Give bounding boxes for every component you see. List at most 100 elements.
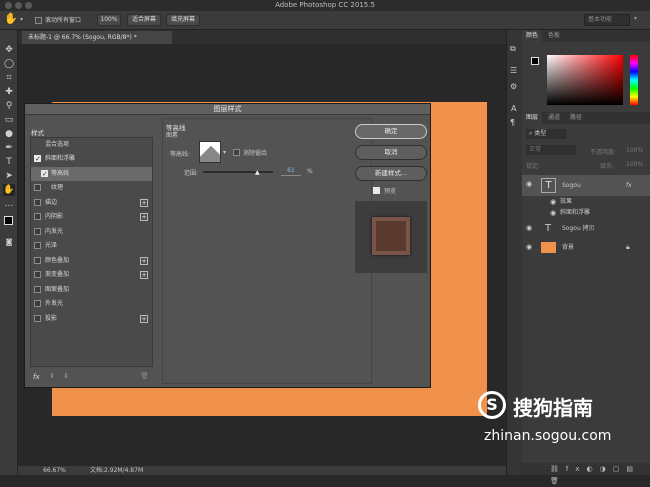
ok-button[interactable]: 确定 — [355, 124, 427, 139]
pen-tool-icon[interactable]: ✒ — [3, 142, 15, 154]
move-down-icon[interactable]: ⬇ — [63, 372, 69, 380]
style-item-8[interactable]: 渐变叠加 + — [31, 268, 152, 282]
visibility-eye-icon[interactable]: ◉ — [526, 238, 532, 257]
contour-chevron-icon[interactable]: ▾ — [223, 149, 226, 156]
tab-color[interactable]: 颜色 — [522, 30, 543, 42]
panel-foreground-swatch[interactable] — [531, 57, 539, 65]
move-tool-icon[interactable]: ✥ — [3, 44, 15, 56]
layer-fx-badge[interactable]: fx — [626, 176, 632, 195]
style-checkbox[interactable] — [34, 198, 41, 206]
zoom-window-icon[interactable] — [25, 2, 32, 9]
eraser-tool-icon[interactable]: ▭ — [3, 114, 15, 126]
history-icon[interactable]: ⧉ — [510, 44, 516, 54]
minimize-window-icon[interactable] — [15, 2, 22, 9]
workspace-switcher[interactable]: 基本功能 — [584, 14, 630, 26]
style-checkbox[interactable] — [34, 300, 41, 307]
fill-value[interactable]: 100% — [626, 161, 643, 168]
close-window-icon[interactable] — [5, 2, 12, 9]
blend-options-item[interactable]: 混合选项 — [31, 138, 152, 152]
visibility-eye-icon[interactable]: ◉ — [526, 175, 532, 194]
style-checkbox[interactable] — [34, 314, 41, 322]
hue-slider[interactable] — [630, 55, 638, 105]
stamp-tool-icon[interactable]: ⚲ — [3, 100, 15, 112]
add-effect-icon[interactable]: + — [140, 314, 148, 323]
opacity-value[interactable]: 100% — [626, 147, 643, 154]
more-tools-icon[interactable]: … — [3, 198, 15, 210]
style-checkbox[interactable] — [34, 271, 41, 278]
style-checkbox[interactable] — [34, 184, 41, 191]
paragraph-icon[interactable]: ¶ — [510, 118, 515, 127]
hand-tool-active-icon[interactable]: ✋ — [3, 184, 15, 196]
style-item-6[interactable]: 光泽 — [31, 239, 152, 253]
style-item-10[interactable]: 外发光 — [31, 297, 152, 311]
bevel-eye-icon[interactable]: ◉ — [550, 207, 556, 219]
style-checkbox[interactable] — [34, 152, 41, 166]
quick-mask-icon[interactable]: ◙ — [3, 236, 15, 248]
color-picker-field[interactable] — [547, 55, 623, 105]
visibility-eye-icon[interactable]: ◉ — [526, 219, 532, 238]
fit-screen-button[interactable]: 适合屏幕 — [127, 14, 161, 26]
type-tool-icon[interactable]: T — [3, 156, 15, 168]
style-item-7[interactable]: 颜色叠加 + — [31, 254, 152, 268]
properties-icon[interactable]: ⚙ — [510, 82, 517, 91]
preview-checkbox[interactable] — [373, 187, 380, 194]
tab-paths[interactable]: 路径 — [566, 112, 586, 124]
style-label: 图案叠加 — [45, 285, 70, 293]
style-item-11[interactable]: 投影 + — [31, 312, 152, 326]
cancel-button[interactable]: 取消 — [355, 145, 427, 160]
scroll-all-checkbox[interactable] — [35, 17, 42, 24]
add-effect-icon[interactable]: + — [140, 271, 148, 279]
style-item-5[interactable]: 内发光 — [31, 225, 152, 239]
tab-channels[interactable]: 通道 — [544, 112, 564, 124]
add-effect-icon[interactable]: + — [140, 213, 148, 221]
document-tab[interactable]: 未标题-1 @ 66.7% (Sogou, RGB/8*) * — [22, 31, 172, 44]
style-item-9[interactable]: 图案叠加 — [31, 283, 152, 297]
zoom-100-button[interactable]: 100% — [97, 14, 121, 26]
styles-header[interactable]: 样式 — [31, 127, 44, 137]
lasso-tool-icon[interactable]: ◯ — [3, 58, 15, 70]
move-up-icon[interactable]: ⬆ — [49, 372, 55, 380]
layer-row-background[interactable]: ◉ 背景 🔒︎ — [522, 238, 650, 257]
style-item-3[interactable]: 描边 + — [31, 196, 152, 210]
workspace-chevron-icon[interactable]: ▾ — [634, 15, 637, 22]
style-checkbox[interactable] — [34, 285, 41, 293]
crop-tool-icon[interactable]: ⌗ — [3, 72, 15, 84]
add-effect-icon[interactable]: + — [140, 256, 148, 265]
range-slider[interactable] — [203, 171, 273, 173]
style-checkbox[interactable] — [34, 213, 41, 220]
hand-tool-icon[interactable]: ✋ — [4, 12, 18, 25]
range-input[interactable]: 61 — [281, 167, 301, 176]
style-checkbox[interactable] — [34, 227, 41, 235]
tab-layers[interactable]: 图层 — [522, 112, 543, 124]
fx-menu-icon[interactable]: fx — [33, 373, 40, 381]
trash-icon[interactable]: 🗑︎ — [140, 372, 149, 380]
path-select-tool-icon[interactable]: ➤ — [3, 170, 15, 182]
foreground-color-swatch[interactable] — [4, 216, 13, 225]
style-item-2[interactable]: 纹理 — [31, 181, 152, 195]
adjustments-icon[interactable]: ☰ — [510, 66, 517, 75]
layers-footer-icons[interactable]: ⛓fx◐◑▢▤🗑︎ — [522, 463, 650, 485]
lock-icon[interactable]: 🔒︎ — [626, 238, 630, 257]
new-style-button[interactable]: 新建样式... — [355, 166, 427, 181]
style-item-0[interactable]: 斜面和浮雕 — [31, 152, 152, 166]
style-checkbox[interactable] — [34, 256, 41, 264]
layer-bevel-row[interactable]: ◉ 斜面和浮雕 — [522, 207, 650, 219]
chevron-down-icon[interactable]: ▾ — [20, 16, 23, 23]
style-checkbox[interactable] — [34, 242, 41, 249]
style-item-4[interactable]: 内阴影 + — [31, 210, 152, 224]
layer-row-sogou-copy[interactable]: ◉ T Sogou 拷贝 — [522, 219, 650, 238]
contour-picker[interactable] — [199, 141, 221, 163]
blur-tool-icon[interactable]: ● — [3, 128, 15, 140]
style-item-1[interactable]: 等高线 — [31, 166, 152, 181]
antialias-checkbox[interactable] — [233, 149, 240, 156]
character-icon[interactable]: A — [511, 104, 516, 113]
style-checkbox[interactable] — [41, 167, 48, 181]
tab-swatches[interactable]: 色板 — [544, 30, 564, 42]
blend-mode-select[interactable]: 正常 — [526, 145, 576, 155]
add-effect-icon[interactable]: + — [140, 198, 148, 207]
layer-filter-select[interactable]: ⌕ 类型 — [526, 129, 566, 139]
layer-row-sogou[interactable]: ◉ T Sogou fx — [522, 175, 650, 196]
healing-tool-icon[interactable]: ✚ — [3, 86, 15, 98]
fill-screen-button[interactable]: 填充屏幕 — [166, 14, 200, 26]
range-slider-thumb[interactable]: ▲ — [255, 169, 260, 176]
